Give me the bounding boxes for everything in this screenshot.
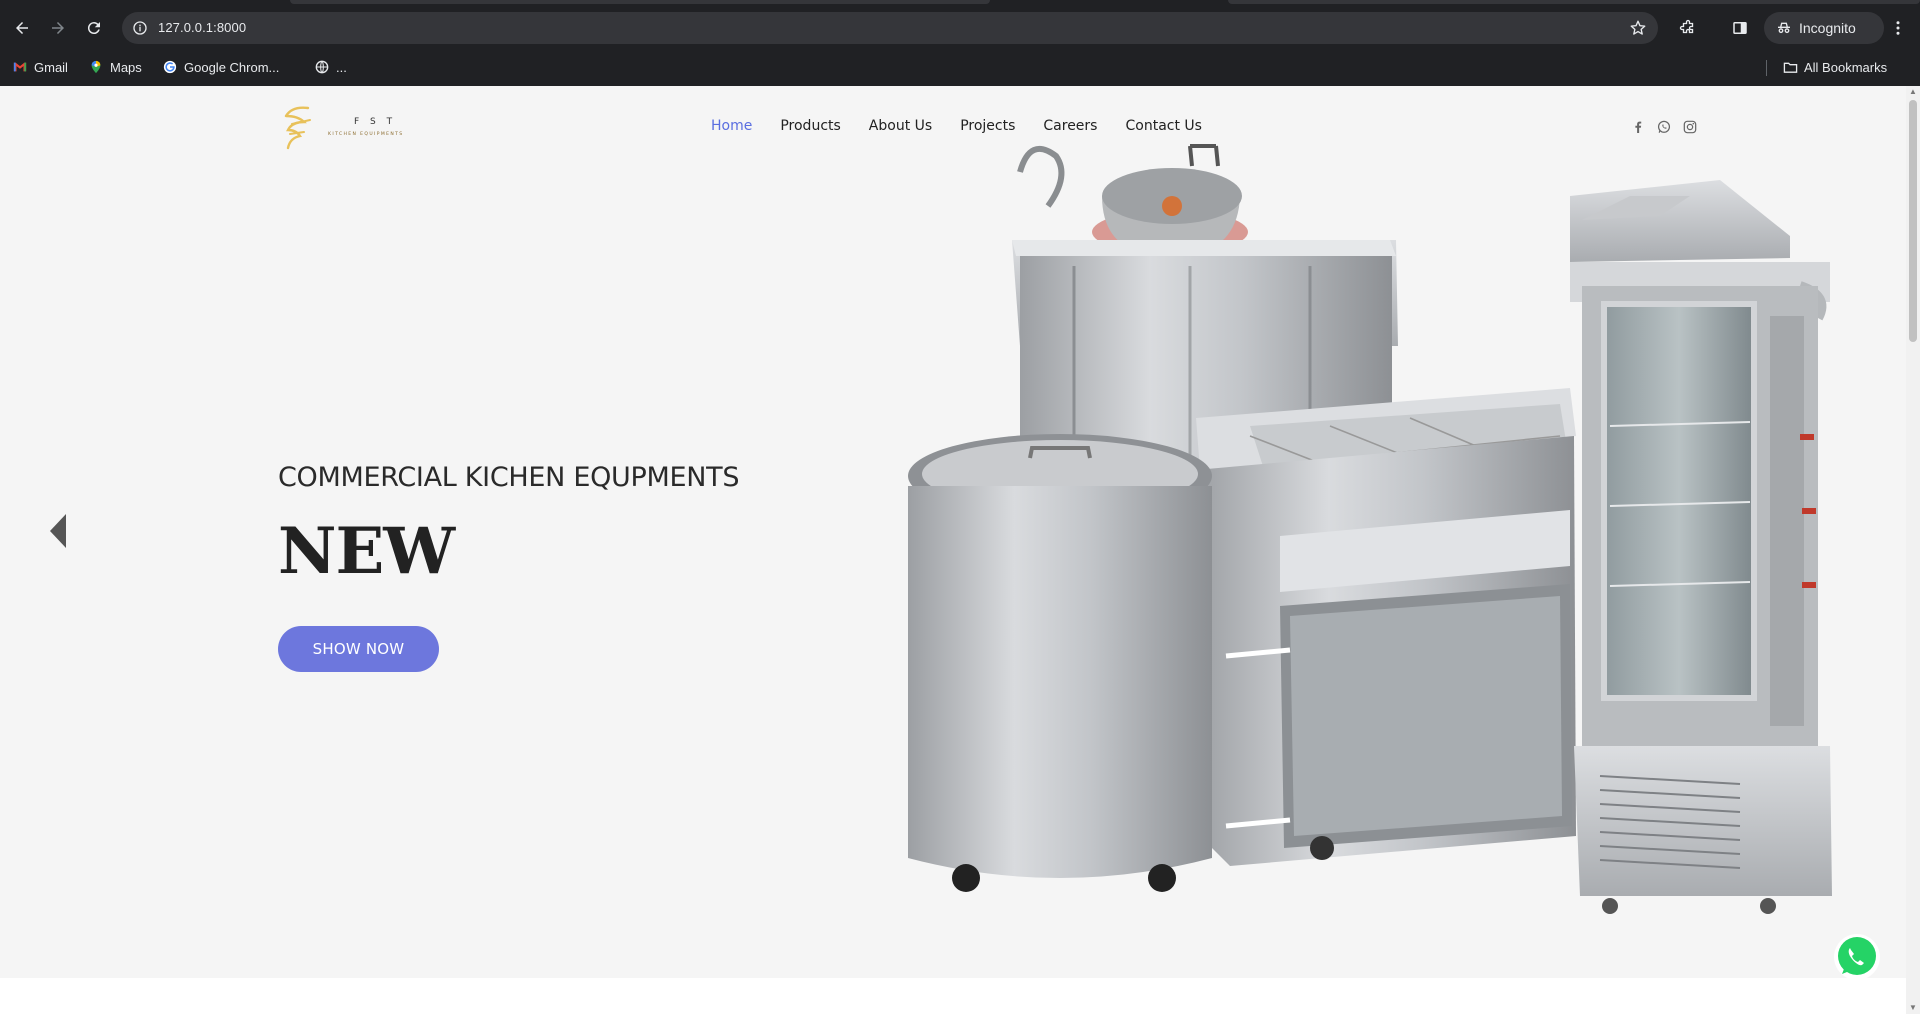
menu-button[interactable] xyxy=(1884,14,1912,42)
web-page: F S T KITCHEN EQUIPMENTS Home Products A… xyxy=(0,86,1906,1014)
browser-toolbar: 127.0.0.1:8000 Incognito xyxy=(0,10,1920,46)
incognito-label: Incognito xyxy=(1799,20,1856,36)
url-text[interactable]: 127.0.0.1:8000 xyxy=(158,20,246,35)
bookmark-label: Maps xyxy=(110,59,142,75)
browser-chrome: 127.0.0.1:8000 Incognito Gmail Maps Goog… xyxy=(0,0,1920,86)
logo-letters: F S T xyxy=(354,117,397,127)
google-icon xyxy=(162,59,178,75)
kebab-menu-icon xyxy=(1896,21,1900,35)
arrow-left-icon xyxy=(16,22,28,34)
facebook-icon[interactable] xyxy=(1630,119,1646,135)
logo-tagline: KITCHEN EQUIPMENTS xyxy=(328,132,404,137)
kitchen-equipment-image xyxy=(908,144,1832,914)
bookmark-google-chrome[interactable]: Google Chrom... xyxy=(162,56,279,78)
nav-about-us[interactable]: About Us xyxy=(869,118,932,134)
show-now-button[interactable]: SHOW NOW xyxy=(278,626,439,672)
tab[interactable] xyxy=(290,0,990,4)
whatsapp-icon[interactable] xyxy=(1656,119,1672,135)
reload-icon xyxy=(87,22,100,35)
side-panel-icon xyxy=(1733,22,1747,34)
hero-section: F S T KITCHEN EQUIPMENTS Home Products A… xyxy=(0,86,1906,980)
page-scrollbar[interactable]: ▲ ▼ xyxy=(1906,86,1920,1014)
address-bar[interactable]: 127.0.0.1:8000 xyxy=(122,12,1658,44)
hero-title: NEW xyxy=(278,514,455,589)
puzzle-icon xyxy=(1679,19,1694,34)
bookmark-label: Google Chrom... xyxy=(184,59,280,75)
gmail-icon xyxy=(12,59,28,75)
tab[interactable] xyxy=(1228,0,1920,4)
arrow-right-icon xyxy=(52,22,64,34)
reload-button[interactable] xyxy=(80,14,108,42)
nav-contact-us[interactable]: Contact Us xyxy=(1125,118,1201,134)
scroll-down-icon[interactable]: ▼ xyxy=(1909,1004,1917,1012)
bookmark-other[interactable]: ... xyxy=(314,56,347,78)
globe-icon xyxy=(314,59,330,75)
bookmark-label: ... xyxy=(336,59,347,75)
nav-careers[interactable]: Careers xyxy=(1043,118,1097,134)
triangle-left-icon xyxy=(50,514,66,548)
nav-home[interactable]: Home xyxy=(711,118,752,134)
whatsapp-icon xyxy=(1834,934,1880,980)
whatsapp-chat-button[interactable] xyxy=(1832,932,1882,982)
side-panel-button[interactable] xyxy=(1726,14,1754,42)
folder-icon xyxy=(1782,59,1798,75)
bookmark-star-icon[interactable] xyxy=(1628,18,1648,38)
bookmark-maps[interactable]: Maps xyxy=(88,56,142,78)
carousel-prev-button[interactable] xyxy=(48,512,68,550)
scroll-up-icon[interactable]: ▲ xyxy=(1909,88,1917,96)
nav-products[interactable]: Products xyxy=(780,118,840,134)
next-section xyxy=(0,978,1906,1014)
incognito-badge[interactable]: Incognito xyxy=(1764,12,1884,44)
all-bookmarks-label: All Bookmarks xyxy=(1804,59,1888,75)
bookmark-label: Gmail xyxy=(34,59,68,75)
scrollbar-thumb[interactable] xyxy=(1909,100,1917,342)
tab-strip xyxy=(0,0,1920,10)
hero-subtitle: COMMERCIAL KICHEN EQUPMENTS xyxy=(278,462,740,493)
logo-mark xyxy=(284,106,311,150)
maps-icon xyxy=(88,59,104,75)
extensions-button[interactable] xyxy=(1674,14,1702,42)
site-info-icon[interactable] xyxy=(130,18,150,38)
instagram-icon[interactable] xyxy=(1682,119,1698,135)
main-nav: Home Products About Us Projects Careers … xyxy=(711,118,1202,134)
incognito-icon xyxy=(1778,22,1790,34)
back-button[interactable] xyxy=(8,14,36,42)
site-logo[interactable]: F S T KITCHEN EQUIPMENTS xyxy=(278,102,428,156)
nav-projects[interactable]: Projects xyxy=(960,118,1015,134)
bookmarks-divider xyxy=(1766,60,1767,76)
forward-button[interactable] xyxy=(44,14,72,42)
social-links xyxy=(1630,119,1698,135)
all-bookmarks-button[interactable]: All Bookmarks xyxy=(1782,56,1887,78)
bookmark-gmail[interactable]: Gmail xyxy=(12,56,68,78)
bookmarks-bar: Gmail Maps Google Chrom... ... All Bookm… xyxy=(0,52,1920,82)
